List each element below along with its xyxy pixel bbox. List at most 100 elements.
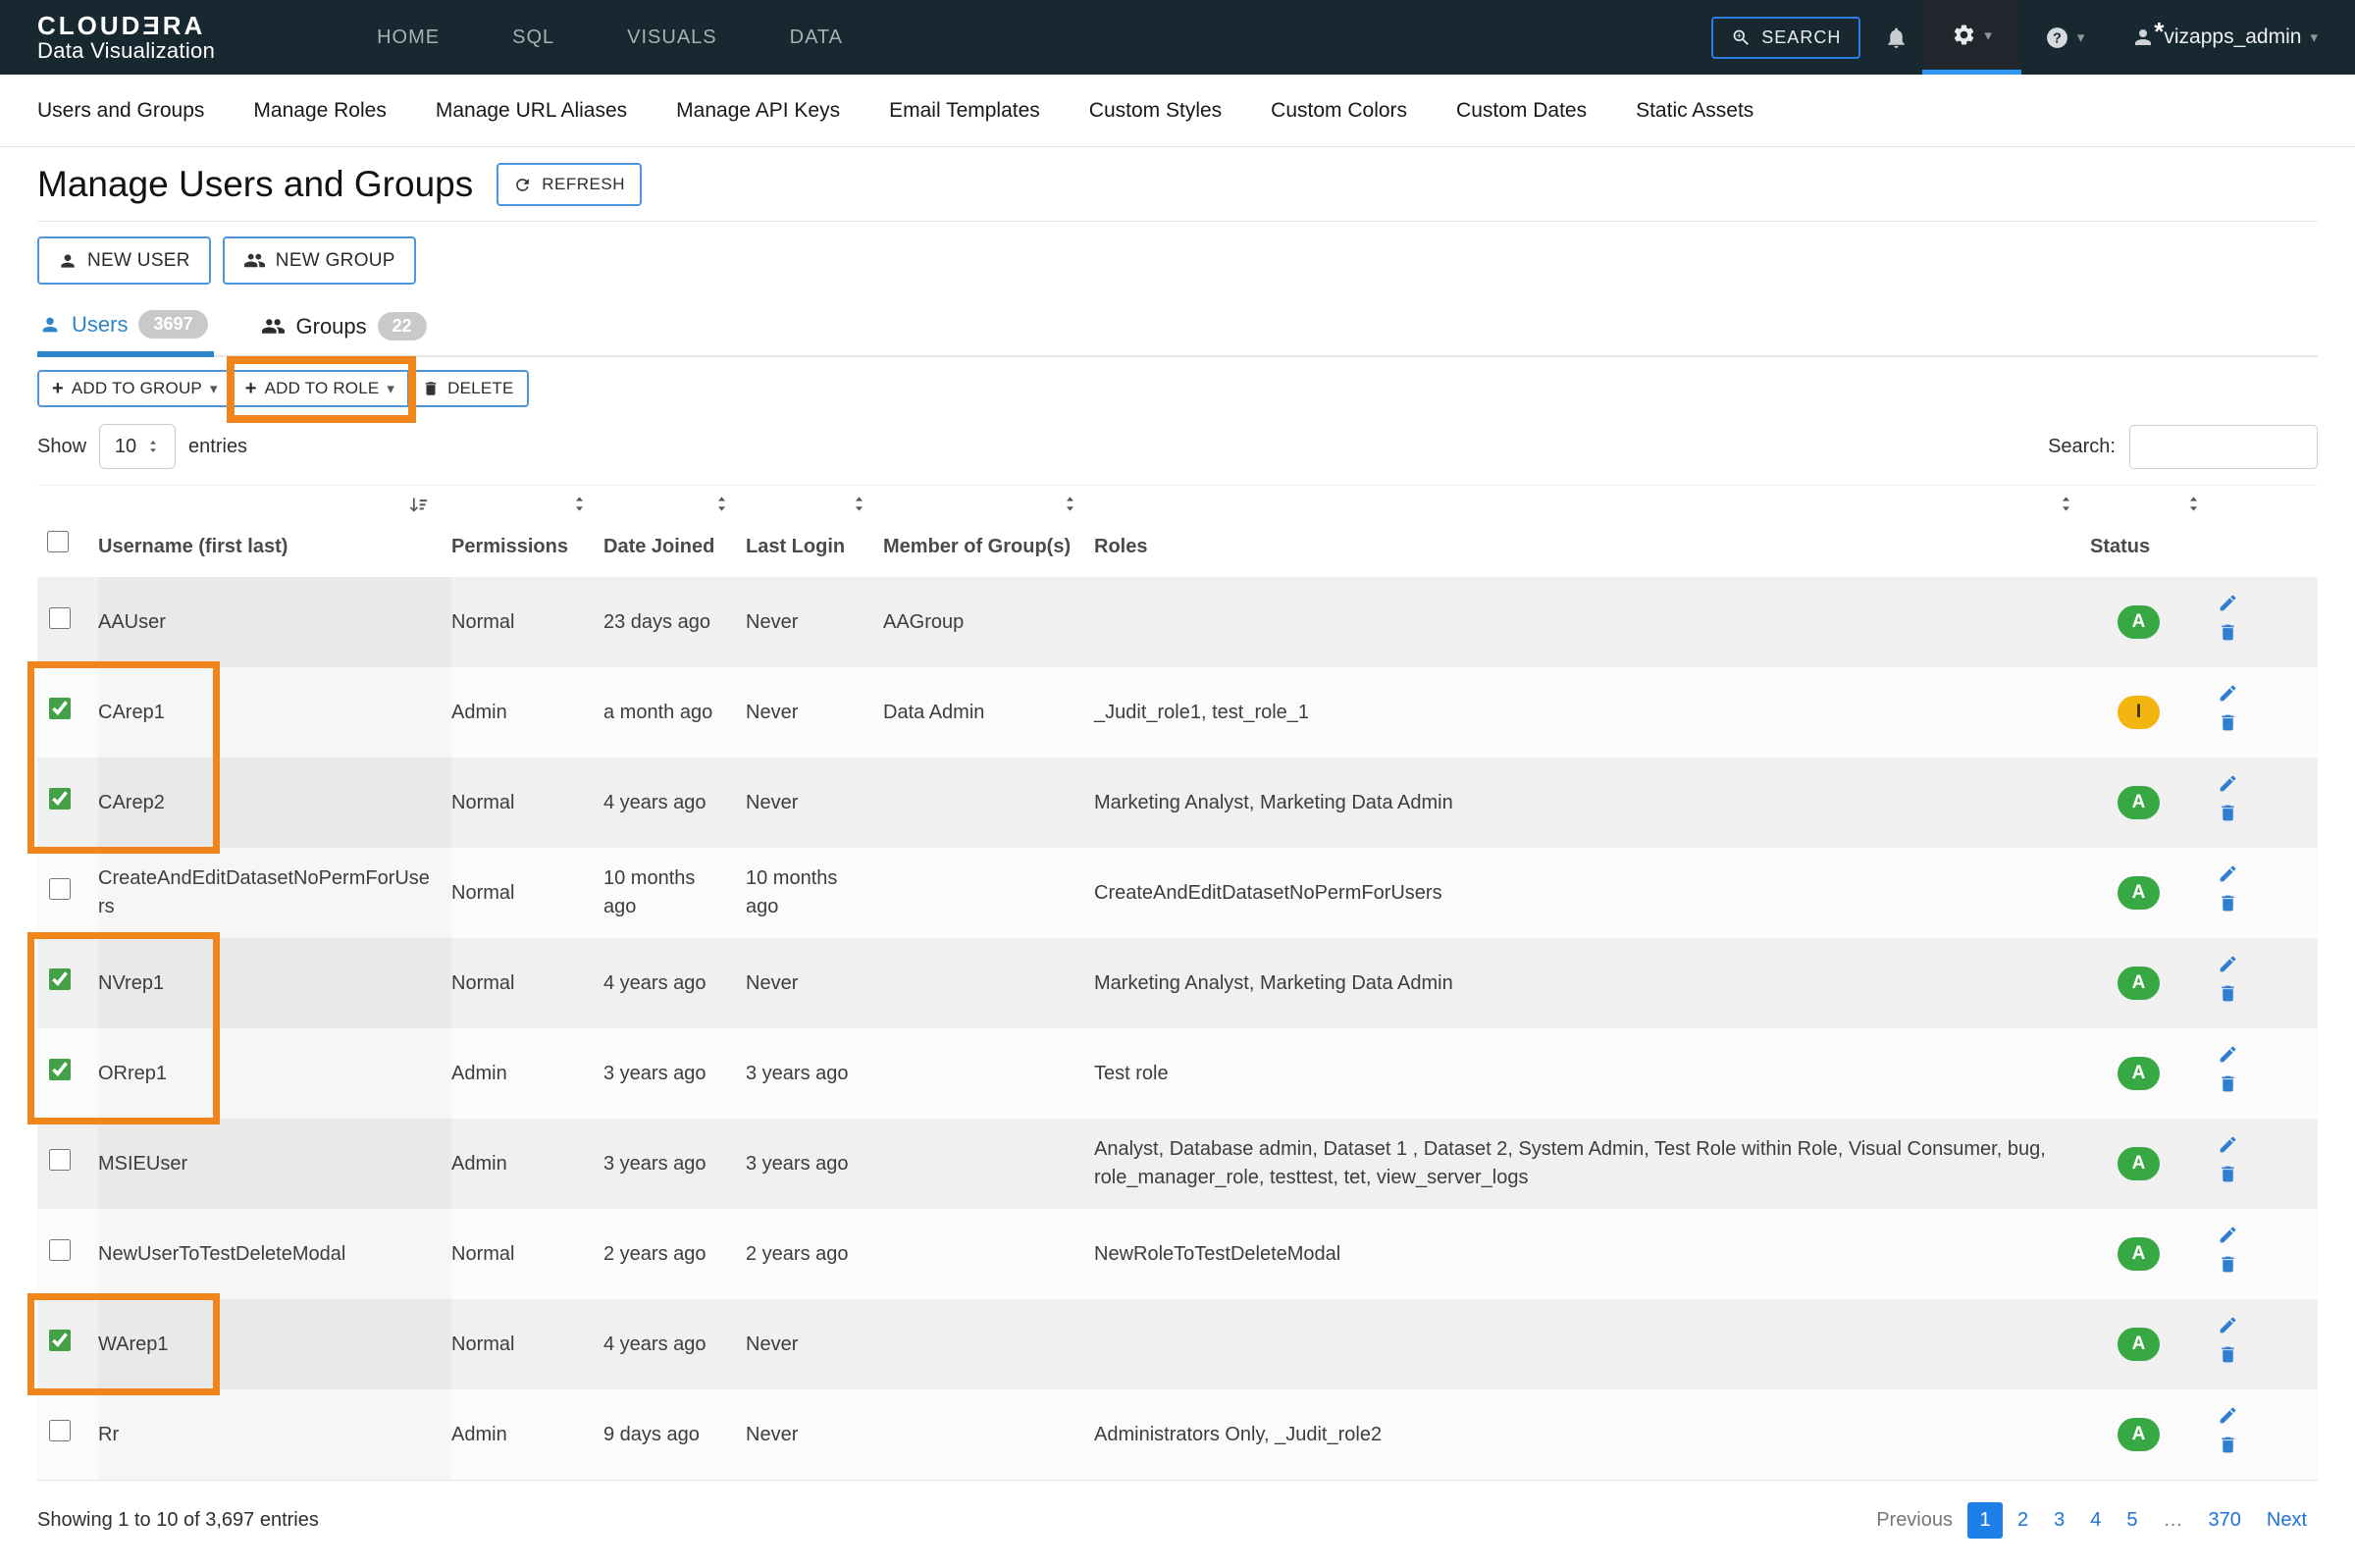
pencil-icon: [2218, 683, 2238, 704]
row-checkbox[interactable]: [49, 698, 71, 719]
page-size-select[interactable]: 10: [99, 424, 176, 469]
chevron-down-icon: ▾: [1984, 26, 1992, 44]
row-checkbox[interactable]: [49, 1330, 71, 1351]
table-footer: Showing 1 to 10 of 3,697 entries Previou…: [37, 1502, 2318, 1539]
help-menu-button[interactable]: ? ▾: [2021, 0, 2109, 75]
header-date_joined[interactable]: Date Joined: [603, 486, 746, 577]
subnav-custom-styles[interactable]: Custom Styles: [1089, 99, 1222, 123]
row-checkbox[interactable]: [49, 878, 71, 900]
page-next[interactable]: Next: [2256, 1502, 2318, 1539]
delete-user-button[interactable]: [2218, 622, 2238, 643]
sort-ascending-icon[interactable]: [408, 496, 428, 515]
delete-selected-button[interactable]: DELETE: [407, 370, 528, 407]
delete-user-button[interactable]: [2218, 1344, 2238, 1365]
edit-user-button[interactable]: [2218, 683, 2238, 704]
subnav-custom-dates[interactable]: Custom Dates: [1456, 99, 1587, 123]
trash-icon: [422, 380, 440, 397]
sort-icon[interactable]: [571, 496, 588, 512]
settings-menu-button[interactable]: ▾: [1922, 0, 2021, 75]
tab-users[interactable]: Users 3697: [37, 305, 214, 357]
subnav-manage-url-aliases[interactable]: Manage URL Aliases: [436, 99, 627, 123]
new-user-button[interactable]: NEW USER: [37, 236, 211, 285]
edit-user-button[interactable]: [2218, 593, 2238, 613]
tab-groups[interactable]: Groups 22: [259, 305, 433, 355]
select-all-checkbox[interactable]: [47, 531, 69, 552]
top-menu-data[interactable]: DATA: [790, 26, 843, 49]
header-status[interactable]: Status: [2090, 486, 2218, 577]
top-menu: HOME SQL VISUALS DATA: [377, 26, 843, 49]
sort-icon[interactable]: [1062, 496, 1078, 512]
add-to-group-button[interactable]: + ADD TO GROUP ▾: [37, 370, 233, 407]
subnav-email-templates[interactable]: Email Templates: [889, 99, 1040, 123]
page-3[interactable]: 3: [2043, 1502, 2075, 1539]
admin-asterisk: *: [2154, 17, 2164, 47]
top-menu-home[interactable]: HOME: [377, 26, 440, 49]
add-to-role-button[interactable]: + ADD TO ROLE ▾: [231, 370, 409, 407]
subnav-static-assets[interactable]: Static Assets: [1636, 99, 1753, 123]
cloudera-logo[interactable]: CLOUDƎRA Data Visualization: [37, 12, 215, 64]
table-search-input[interactable]: [2129, 425, 2318, 469]
page-2[interactable]: 2: [2007, 1502, 2039, 1539]
users-table-body: AAUser Normal 23 days ago Never AAGroup …: [37, 577, 2318, 1481]
sort-icon[interactable]: [713, 496, 730, 512]
delete-user-button[interactable]: [2218, 1073, 2238, 1094]
username-cell: NewUserToTestDeleteModal: [98, 1209, 451, 1299]
refresh-button[interactable]: REFRESH: [497, 163, 642, 206]
sort-icon[interactable]: [2058, 496, 2074, 512]
edit-user-button[interactable]: [2218, 1315, 2238, 1335]
row-checkbox[interactable]: [49, 968, 71, 990]
row-checkbox[interactable]: [49, 1420, 71, 1441]
notifications-button[interactable]: [1860, 0, 1922, 75]
header-username[interactable]: Username (first last): [98, 486, 451, 577]
search-button[interactable]: SEARCH: [1711, 17, 1860, 59]
header-last_login[interactable]: Last Login: [746, 486, 883, 577]
subnav-users-and-groups[interactable]: Users and Groups: [37, 99, 204, 123]
delete-user-button[interactable]: [2218, 712, 2238, 733]
delete-user-button[interactable]: [2218, 803, 2238, 823]
status-badge-active: A: [2118, 1418, 2160, 1451]
edit-user-button[interactable]: [2218, 1225, 2238, 1245]
user-row-msieuser: MSIEUser Admin 3 years ago 3 years ago A…: [37, 1119, 2318, 1209]
edit-user-button[interactable]: [2218, 863, 2238, 884]
top-menu-visuals[interactable]: VISUALS: [627, 26, 716, 49]
sort-icon[interactable]: [2185, 496, 2202, 512]
row-checkbox[interactable]: [49, 1059, 71, 1080]
add-to-group-label: ADD TO GROUP: [72, 379, 202, 398]
row-checkbox[interactable]: [49, 788, 71, 810]
delete-user-button[interactable]: [2218, 1254, 2238, 1275]
page-5[interactable]: 5: [2116, 1502, 2148, 1539]
trash-icon: [2218, 1435, 2238, 1455]
delete-user-button[interactable]: [2218, 1164, 2238, 1184]
edit-user-button[interactable]: [2218, 954, 2238, 974]
actions-cell: [2218, 577, 2318, 667]
edit-user-button[interactable]: [2218, 773, 2238, 794]
header-permissions[interactable]: Permissions: [451, 486, 603, 577]
subnav-custom-colors[interactable]: Custom Colors: [1271, 99, 1407, 123]
edit-user-button[interactable]: [2218, 1044, 2238, 1065]
subnav-manage-api-keys[interactable]: Manage API Keys: [676, 99, 840, 123]
delete-user-button[interactable]: [2218, 1435, 2238, 1455]
page-1[interactable]: 1: [1967, 1502, 2003, 1539]
page-4[interactable]: 4: [2079, 1502, 2112, 1539]
row-checkbox[interactable]: [49, 1149, 71, 1171]
user-menu-button[interactable]: * vizapps_admin ▾: [2108, 0, 2326, 75]
status-badge-active: A: [2118, 786, 2160, 819]
delete-user-button[interactable]: [2218, 983, 2238, 1004]
row-checkbox[interactable]: [49, 1239, 71, 1261]
user-row-nvrep1: NVrep1 Normal 4 years ago Never Marketin…: [37, 938, 2318, 1028]
delete-user-button[interactable]: [2218, 893, 2238, 914]
header-roles[interactable]: Roles: [1094, 486, 2090, 577]
edit-user-button[interactable]: [2218, 1134, 2238, 1155]
status-badge-active: A: [2118, 876, 2160, 910]
row-checkbox[interactable]: [49, 607, 71, 629]
trash-icon: [2218, 1073, 2238, 1094]
new-group-button[interactable]: NEW GROUP: [223, 236, 416, 285]
trash-icon: [2218, 622, 2238, 643]
page-370[interactable]: 370: [2198, 1502, 2252, 1539]
top-navbar-right: SEARCH ▾ ? ▾ * vizapps_admin ▾: [1711, 0, 2326, 75]
edit-user-button[interactable]: [2218, 1405, 2238, 1426]
sort-icon[interactable]: [851, 496, 867, 512]
subnav-manage-roles[interactable]: Manage Roles: [253, 99, 386, 123]
header-member_of[interactable]: Member of Group(s): [883, 486, 1094, 577]
top-menu-sql[interactable]: SQL: [512, 26, 554, 49]
